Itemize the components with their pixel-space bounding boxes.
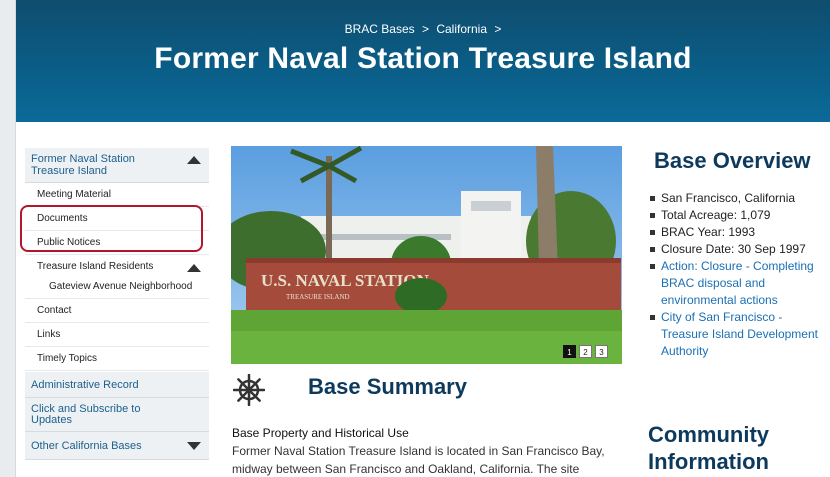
list-item: City of San Francisco - Treasure Island … xyxy=(648,309,828,360)
overview-list: San Francisco, California Total Acreage:… xyxy=(648,190,828,360)
page: BRAC Bases > California > Former Naval S… xyxy=(0,0,830,477)
breadcrumb-separator: > xyxy=(421,22,429,36)
action-closure-link[interactable]: Action: Closure - Completing BRAC dispos… xyxy=(661,259,814,307)
sidebar-item-treasure-island[interactable]: Former Naval Station Treasure Island xyxy=(25,148,209,183)
collapse-icon[interactable] xyxy=(187,156,201,164)
list-item: Action: Closure - Completing BRAC dispos… xyxy=(648,258,828,309)
sidebar-item-other-bases[interactable]: Other California Bases xyxy=(25,432,209,460)
city-sf-link[interactable]: City of San Francisco - Treasure Island … xyxy=(661,310,818,358)
breadcrumb-california[interactable]: California xyxy=(436,22,487,36)
window-edge xyxy=(0,0,16,477)
naval-station-photo: U.S. NAVAL STATION TREASURE ISLAND xyxy=(231,146,622,364)
slideshow-pager: 1 2 3 xyxy=(563,345,608,358)
sign-subtext: TREASURE ISLAND xyxy=(286,293,350,301)
sidebar-item-subscribe[interactable]: Click and Subscribe to Updates xyxy=(25,398,209,432)
sidebar-item-label: Other California Bases xyxy=(31,440,142,452)
sidebar-item-contact[interactable]: Contact xyxy=(25,299,209,323)
list-item: Closure Date: 30 Sep 1997 xyxy=(648,241,828,258)
sidebar-item-label: Former Naval Station Treasure Island xyxy=(31,153,135,177)
sidebar-item-label: Treasure Island Residents xyxy=(37,261,154,272)
slideshow-image[interactable]: U.S. NAVAL STATION TREASURE ISLAND 1 2 3 xyxy=(231,146,622,364)
sidebar-nav: Former Naval Station Treasure Island Mee… xyxy=(25,148,209,460)
sidebar-item-links[interactable]: Links xyxy=(25,323,209,347)
base-summary-heading: Base Summary xyxy=(308,374,467,399)
sidebar-item-admin-record[interactable]: Administrative Record xyxy=(25,372,209,398)
sidebar-item-gateview[interactable]: Gateview Avenue Neighborhood xyxy=(25,279,209,299)
list-item: BRAC Year: 1993 xyxy=(648,224,828,241)
ship-wheel-icon xyxy=(233,374,265,406)
slide-2-button[interactable]: 2 xyxy=(579,345,592,358)
property-heading: Base Property and Historical Use xyxy=(232,426,409,440)
sidebar-item-residents[interactable]: Treasure Island Residents xyxy=(25,255,209,279)
collapse-icon[interactable] xyxy=(187,264,201,272)
list-item: Total Acreage: 1,079 xyxy=(648,207,828,224)
sidebar-item-label: Click and Subscribe to Updates xyxy=(31,403,141,426)
page-header: BRAC Bases > California > Former Naval S… xyxy=(16,0,830,122)
base-overview-heading: Base Overview xyxy=(654,148,811,173)
slide-1-button[interactable]: 1 xyxy=(563,345,576,358)
breadcrumb-brac-bases[interactable]: BRAC Bases xyxy=(345,22,415,36)
community-information-heading: Community Information xyxy=(648,422,769,474)
summary-text: Former Naval Station Treasure Island is … xyxy=(232,444,605,476)
sidebar-item-timely-topics[interactable]: Timely Topics xyxy=(25,347,209,371)
sidebar-item-meeting-material[interactable]: Meeting Material xyxy=(25,183,209,207)
slide-3-button[interactable]: 3 xyxy=(595,345,608,358)
breadcrumb-separator: > xyxy=(494,22,502,36)
breadcrumb: BRAC Bases > California > xyxy=(16,22,830,36)
highlight-box xyxy=(20,205,203,252)
list-item: San Francisco, California xyxy=(648,190,828,207)
page-title: Former Naval Station Treasure Island xyxy=(154,42,692,75)
expand-icon[interactable] xyxy=(187,442,201,450)
